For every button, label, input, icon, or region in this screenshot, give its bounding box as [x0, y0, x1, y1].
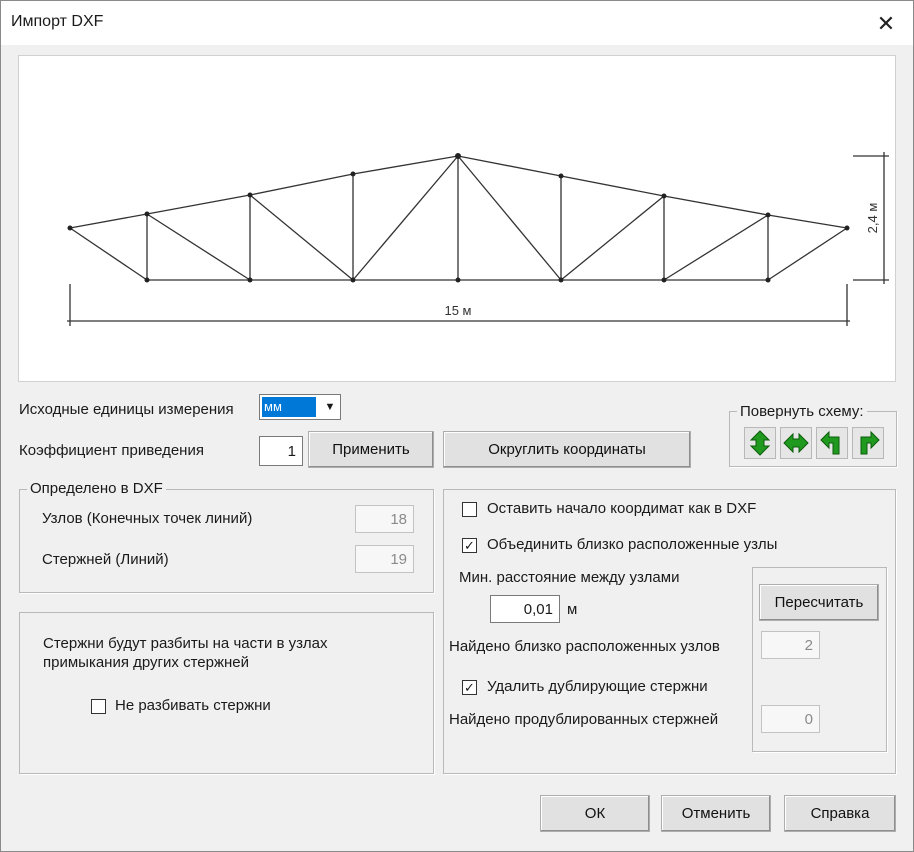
- truss-drawing: 15 м 2,4 м: [67, 152, 889, 326]
- units-selected-value: мм: [262, 397, 316, 417]
- cancel-button[interactable]: Отменить: [661, 795, 771, 832]
- rotate-group-title: Повернуть схему:: [737, 403, 867, 420]
- close-icon[interactable]: ✕: [873, 11, 899, 37]
- nodes-count-field: 18: [355, 505, 414, 533]
- chevron-down-icon[interactable]: ▼: [320, 395, 340, 419]
- truss-preview: 15 м 2,4 м: [18, 55, 896, 382]
- found-duplicates-field: 0: [761, 705, 820, 733]
- bars-label: Стержней (Линий): [42, 551, 169, 568]
- dim-label-horizontal: 15 м: [444, 303, 471, 318]
- round-coordinates-button[interactable]: Округлить координаты: [443, 431, 691, 468]
- rotate-left-icon[interactable]: [816, 427, 848, 459]
- defined-group-title: Определено в DXF: [27, 480, 166, 497]
- found-close-field: 2: [761, 631, 820, 659]
- end-diagonal-left: [69, 227, 148, 281]
- apply-button[interactable]: Применить: [308, 431, 434, 468]
- split-message: Стержни будут разбиты на части в узлах п…: [43, 635, 328, 671]
- diagonal-member: [457, 155, 562, 281]
- truss-node: [765, 277, 771, 283]
- ok-button[interactable]: ОК: [540, 795, 650, 832]
- scale-input[interactable]: 1: [259, 436, 303, 466]
- diagonal-member: [663, 214, 769, 281]
- diagonal-member: [560, 195, 665, 281]
- keep-origin-label: Оставить начало коордимат как в DXF: [487, 500, 757, 517]
- min-dist-label: Мин. расстояние между узлами: [459, 569, 680, 586]
- truss-node: [558, 277, 564, 283]
- diagonal-member: [249, 194, 354, 281]
- truss-node: [844, 225, 850, 231]
- remove-duplicates-checkbox[interactable]: ✓: [462, 680, 477, 695]
- keep-origin-checkbox[interactable]: [462, 502, 477, 517]
- truss-node: [350, 277, 356, 283]
- rotate-horizontal-icon[interactable]: [780, 427, 812, 459]
- truss-node: [765, 212, 771, 218]
- truss-node: [350, 171, 356, 177]
- merge-nodes-label: Объединить близко расположенные узлы: [487, 536, 778, 553]
- rotate-right-icon[interactable]: [852, 427, 884, 459]
- truss-node: [661, 277, 667, 283]
- truss-node: [67, 225, 73, 231]
- diagonal-member: [146, 213, 251, 281]
- truss-node: [455, 277, 461, 283]
- no-split-checkbox[interactable]: [91, 699, 106, 714]
- dim-label-vertical: 2,4 м: [865, 203, 880, 234]
- remove-duplicates-label: Удалить дублирующие стержни: [487, 678, 708, 695]
- diagonal-member: [352, 155, 459, 281]
- scale-label: Коэффициент приведения: [19, 442, 204, 459]
- truss-node: [247, 277, 253, 283]
- found-duplicates-label: Найдено продублированных стержней: [449, 711, 719, 728]
- dialog-title: Импорт DXF: [11, 13, 104, 30]
- nodes-label: Узлов (Конечных точек линий): [42, 510, 253, 527]
- units-select[interactable]: мм ▼: [259, 394, 341, 420]
- truss-node: [661, 193, 667, 199]
- help-button[interactable]: Справка: [784, 795, 896, 832]
- truss-node: [144, 277, 150, 283]
- units-label: Исходные единицы измерения: [19, 401, 234, 418]
- truss-node: [247, 192, 253, 198]
- rotate-vertical-icon[interactable]: [744, 427, 776, 459]
- no-split-label: Не разбивать стержни: [115, 697, 271, 714]
- min-dist-unit: м: [567, 601, 578, 618]
- min-dist-input[interactable]: 0,01: [490, 595, 560, 623]
- bars-count-field: 19: [355, 545, 414, 573]
- truss-node: [455, 153, 461, 159]
- found-close-label: Найдено близко расположенных узлов: [449, 638, 720, 655]
- end-diagonal-right: [767, 227, 848, 281]
- truss-node: [144, 211, 150, 217]
- truss-node: [558, 173, 564, 179]
- title-bar: Импорт DXF ✕: [1, 1, 913, 45]
- recalculate-button[interactable]: Пересчитать: [759, 584, 879, 621]
- merge-nodes-checkbox[interactable]: ✓: [462, 538, 477, 553]
